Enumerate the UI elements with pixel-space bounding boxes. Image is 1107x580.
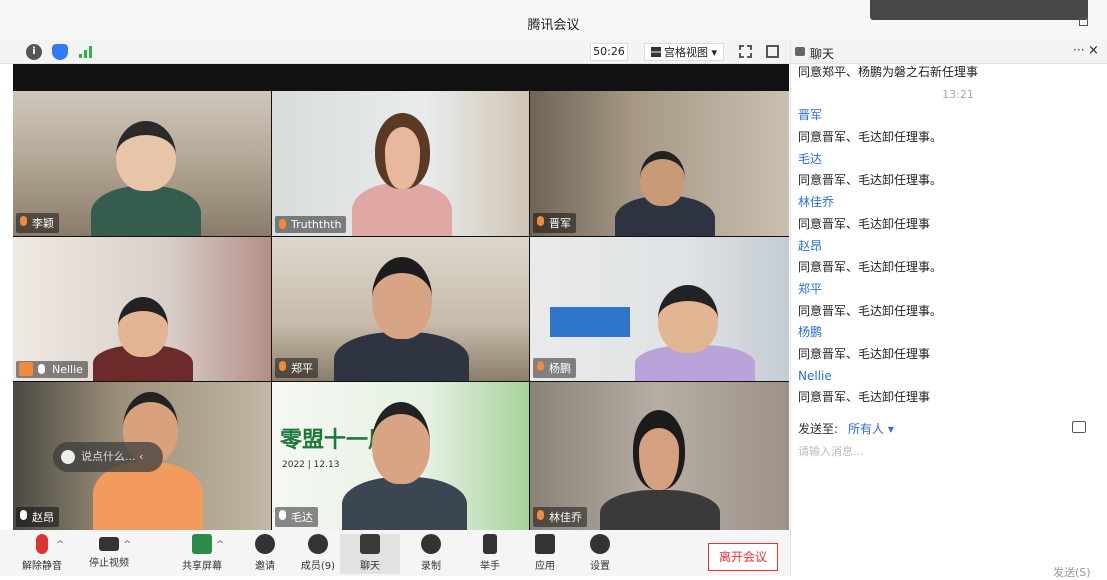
chat-sender: Nellie bbox=[798, 368, 832, 383]
chat-button[interactable]: 聊天 bbox=[340, 534, 400, 574]
chat-sender: 赵昂 bbox=[798, 238, 823, 253]
window-title: 腾讯会议 bbox=[527, 18, 580, 33]
title-bar: 腾讯会议 bbox=[0, 0, 1107, 40]
close-icon[interactable]: × bbox=[1088, 43, 1099, 58]
chat-message: 同意晋军、毛达卸任理事 bbox=[798, 216, 931, 231]
participant-name: Truththth bbox=[275, 216, 347, 233]
mic-icon bbox=[537, 361, 544, 371]
members-icon bbox=[308, 534, 328, 554]
participant-name: 毛达 bbox=[275, 507, 318, 527]
info-icon[interactable]: i bbox=[26, 44, 42, 60]
window-restore-icon[interactable] bbox=[1079, 17, 1088, 26]
chat-sender: 晋军 bbox=[798, 108, 823, 123]
video-tile[interactable]: Nellie bbox=[13, 237, 271, 381]
video-tile[interactable]: 杨鹏 bbox=[530, 237, 789, 381]
record-icon bbox=[421, 534, 441, 554]
apps-button[interactable]: 应用 bbox=[515, 534, 575, 572]
chat-icon bbox=[360, 534, 380, 554]
chevron-up-icon[interactable]: ^ bbox=[123, 540, 131, 550]
members-button[interactable]: 成员(9) bbox=[288, 534, 348, 572]
video-tile[interactable]: 零盟十一周 2022 | 12.13 毛达 bbox=[272, 382, 529, 530]
mic-icon bbox=[38, 364, 45, 374]
leave-meeting-button[interactable]: 离开会议 bbox=[708, 543, 778, 571]
raise-hand-button[interactable]: 举手 bbox=[460, 534, 520, 572]
share-screen-button[interactable]: 共享屏幕 ^ bbox=[172, 534, 232, 572]
participant-name: Nellie bbox=[16, 361, 88, 378]
video-tile[interactable]: Truththth bbox=[272, 91, 529, 236]
chat-message: 同意晋军、毛达卸任理事。 bbox=[798, 303, 943, 318]
mic-muted-icon bbox=[36, 534, 48, 554]
mic-icon bbox=[279, 219, 286, 229]
meeting-timer: 50:26 bbox=[590, 43, 628, 61]
send-button[interactable]: 发送(S) bbox=[1053, 564, 1091, 580]
apps-icon bbox=[535, 534, 555, 554]
settings-button[interactable]: 设置 bbox=[570, 534, 630, 572]
file-icon[interactable] bbox=[1072, 421, 1086, 433]
chevron-up-icon[interactable]: ^ bbox=[216, 540, 224, 550]
video-tile[interactable]: 李颖 bbox=[13, 91, 271, 236]
chat-title: 聊天 bbox=[810, 47, 835, 61]
send-to-label: 发送至: bbox=[798, 422, 839, 436]
chat-message: 同意郑平、杨鹏为磐之石新任理事 bbox=[798, 65, 979, 79]
participant-name: 杨鹏 bbox=[533, 358, 576, 378]
grid-view-label: 宫格视图 ▾ bbox=[664, 46, 718, 59]
signal-icon[interactable] bbox=[79, 46, 93, 58]
event-banner-date: 2022 | 12.13 bbox=[282, 460, 340, 470]
mic-icon bbox=[279, 510, 286, 520]
chat-input[interactable]: 请输入消息... bbox=[798, 443, 864, 459]
layout-icon[interactable] bbox=[766, 45, 779, 58]
invite-button[interactable]: 邀请 bbox=[235, 534, 295, 572]
record-button[interactable]: 录制 bbox=[401, 534, 461, 572]
mic-icon bbox=[537, 216, 544, 226]
hand-icon bbox=[483, 534, 497, 554]
participant-name: 郑平 bbox=[275, 358, 318, 378]
participant-name: 赵昂 bbox=[16, 507, 59, 527]
chat-sender: 林佳乔 bbox=[798, 195, 835, 210]
chat-message: 同意晋军、毛达卸任理事 bbox=[798, 390, 931, 405]
chat-message: 同意晋军、毛达卸任理事。 bbox=[798, 130, 943, 145]
send-to-target[interactable]: 所有人 ▾ bbox=[848, 422, 894, 436]
video-tile[interactable]: 林佳乔 bbox=[530, 382, 789, 530]
more-icon[interactable]: ··· bbox=[1073, 43, 1084, 57]
shield-icon[interactable] bbox=[52, 44, 68, 60]
mic-icon bbox=[20, 216, 27, 226]
participant-name: 晋军 bbox=[533, 213, 576, 233]
chat-icon bbox=[795, 47, 805, 56]
person-icon bbox=[19, 362, 33, 376]
chat-header: 聊天 ··· × bbox=[791, 40, 1107, 64]
participant-name: 李颖 bbox=[16, 213, 59, 233]
emoji-icon[interactable] bbox=[61, 450, 75, 464]
chat-panel: 聊天 ··· × 同意郑平、杨鹏为磐之石新任理事 13:21 晋军同意晋军、毛达卸任… bbox=[790, 40, 1107, 579]
share-screen-icon bbox=[192, 534, 212, 554]
send-to: 发送至: 所有人 ▾ bbox=[798, 420, 894, 437]
grid-icon bbox=[651, 47, 661, 57]
participant-name: 林佳乔 bbox=[533, 507, 587, 527]
invite-icon bbox=[255, 534, 275, 554]
chevron-up-icon[interactable]: ^ bbox=[56, 540, 64, 550]
mic-icon bbox=[20, 510, 27, 520]
video-tile[interactable]: 郑平 bbox=[272, 237, 529, 381]
stop-video-button[interactable]: 停止视频 ^ bbox=[79, 534, 139, 569]
chat-message: 同意晋军、毛达卸任理事。 bbox=[798, 260, 943, 275]
chat-sender: 毛达 bbox=[798, 151, 823, 166]
video-tile[interactable]: 说点什么... ‹ 赵昂 bbox=[13, 382, 271, 530]
chat-message-list: 同意郑平、杨鹏为磐之石新任理事 13:21 晋军 同意晋军、毛达卸任理事。 毛达 同意晋军… bbox=[798, 62, 1098, 409]
fullscreen-icon[interactable] bbox=[739, 45, 752, 58]
video-tile[interactable]: 晋军 bbox=[530, 91, 789, 236]
unmute-button[interactable]: 解除静音 ^ bbox=[12, 534, 72, 572]
chat-message: 同意晋军、毛达卸任理事 bbox=[798, 346, 931, 361]
chat-message: 同意晋军、毛达卸任理事。 bbox=[798, 173, 943, 188]
mic-icon bbox=[537, 510, 544, 520]
chat-sender: 郑平 bbox=[798, 281, 823, 296]
chat-timestamp: 13:21 bbox=[942, 87, 974, 101]
gear-icon bbox=[590, 534, 610, 554]
meeting-bottom-toolbar: 解除静音 ^ 停止视频 ^ 共享屏幕 ^ 邀请 成员(9) 聊天 录制 举手 应用 设… bbox=[0, 530, 790, 576]
camera-icon bbox=[99, 537, 119, 551]
grid-view-selector[interactable]: 宫格视图 ▾ bbox=[644, 43, 725, 61]
mic-icon bbox=[279, 361, 286, 371]
tile-chat-input[interactable]: 说点什么... ‹ bbox=[53, 442, 163, 472]
chat-sender: 杨鹏 bbox=[798, 325, 823, 340]
video-grid: 李颖 Truththth 晋军 Nellie 郑平 杨鹏 说点什么... ‹ 赵… bbox=[13, 64, 789, 530]
